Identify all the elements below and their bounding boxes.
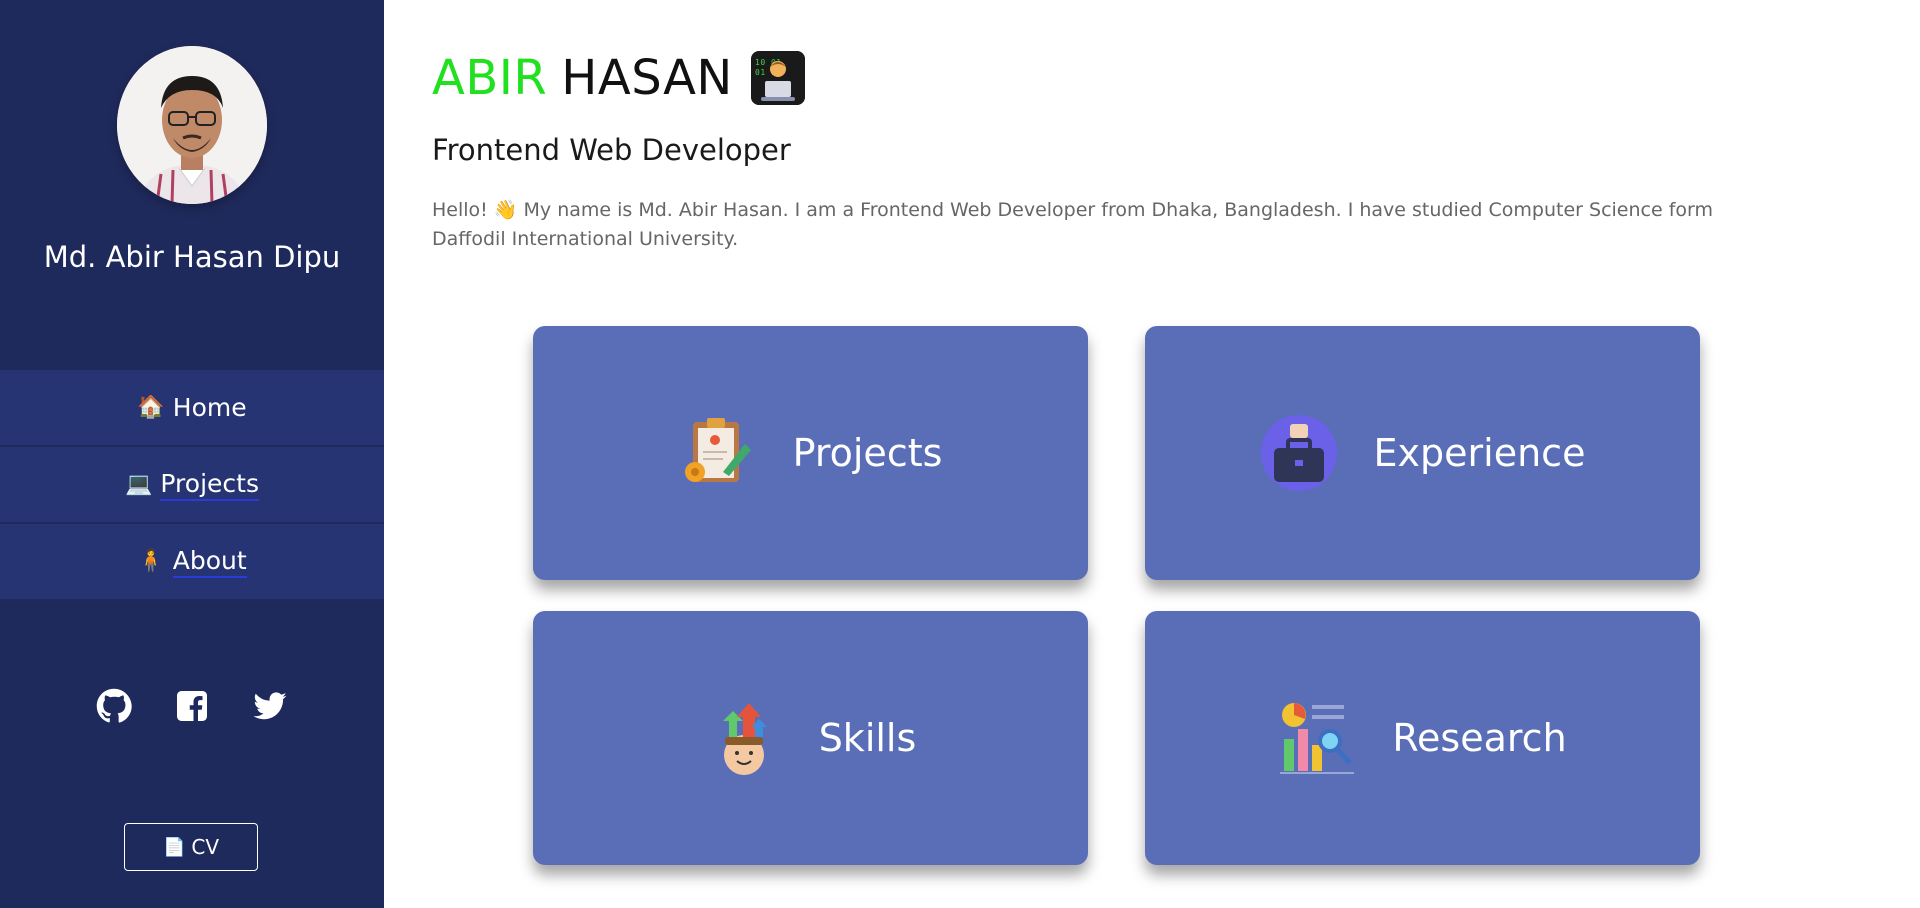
sidebar-item-label: Home — [172, 393, 247, 422]
growth-head-icon — [722, 703, 767, 775]
facebook-icon[interactable] — [174, 688, 210, 724]
clipboard-icon — [684, 418, 751, 482]
sidebar-item-label: Projects — [160, 469, 259, 501]
sidebar-item-home[interactable]: 🏠 Home — [0, 370, 384, 445]
computer-icon: 💻 — [125, 472, 153, 497]
sidebar-item-label: About — [172, 546, 247, 578]
avatar — [117, 46, 267, 204]
cv-button[interactable]: 📄 CV — [124, 823, 258, 871]
sidebar-item-projects[interactable]: 💻 Projects — [0, 447, 384, 522]
title-first-name: ABIR — [432, 50, 548, 106]
projects-card[interactable]: Projects — [533, 326, 1088, 580]
github-icon[interactable] — [96, 688, 132, 724]
bio-text: Hello! 👋 My name is Md. Abir Hasan. I am… — [432, 199, 1714, 250]
title-last-name: HASAN — [561, 50, 733, 106]
experience-card[interactable]: Experience — [1145, 326, 1700, 580]
cv-button-label: CV — [191, 835, 220, 859]
sidebar-item-about[interactable]: 🧍 About — [0, 524, 384, 599]
person-icon: 🧍 — [137, 549, 165, 574]
page-subtitle: Frontend Web Developer — [432, 133, 791, 167]
profile-name: Md. Abir Hasan Dipu — [43, 240, 341, 274]
briefcase-icon — [1260, 415, 1337, 491]
sidebar: Md. Abir Hasan Dipu 🏠 Home 💻 Projects 🧍 … — [0, 0, 384, 908]
twitter-icon[interactable] — [252, 688, 288, 724]
research-chart-icon — [1280, 703, 1355, 774]
skills-card[interactable]: Skills — [533, 611, 1088, 865]
projects-card-label: Projects — [792, 431, 943, 475]
sidebar-nav: 🏠 Home 💻 Projects 🧍 About — [0, 370, 384, 601]
page-title: ABIR HASAN 10 01 01 10 — [432, 50, 805, 106]
technologist-icon: 10 01 01 10 — [750, 51, 805, 105]
social-links — [0, 688, 384, 724]
research-card-label: Research — [1392, 716, 1567, 760]
research-card[interactable]: Research — [1145, 611, 1700, 865]
house-icon: 🏠 — [137, 395, 165, 420]
skills-card-label: Skills — [818, 716, 917, 760]
document-icon: 📄 — [162, 836, 186, 858]
experience-card-label: Experience — [1373, 431, 1586, 475]
